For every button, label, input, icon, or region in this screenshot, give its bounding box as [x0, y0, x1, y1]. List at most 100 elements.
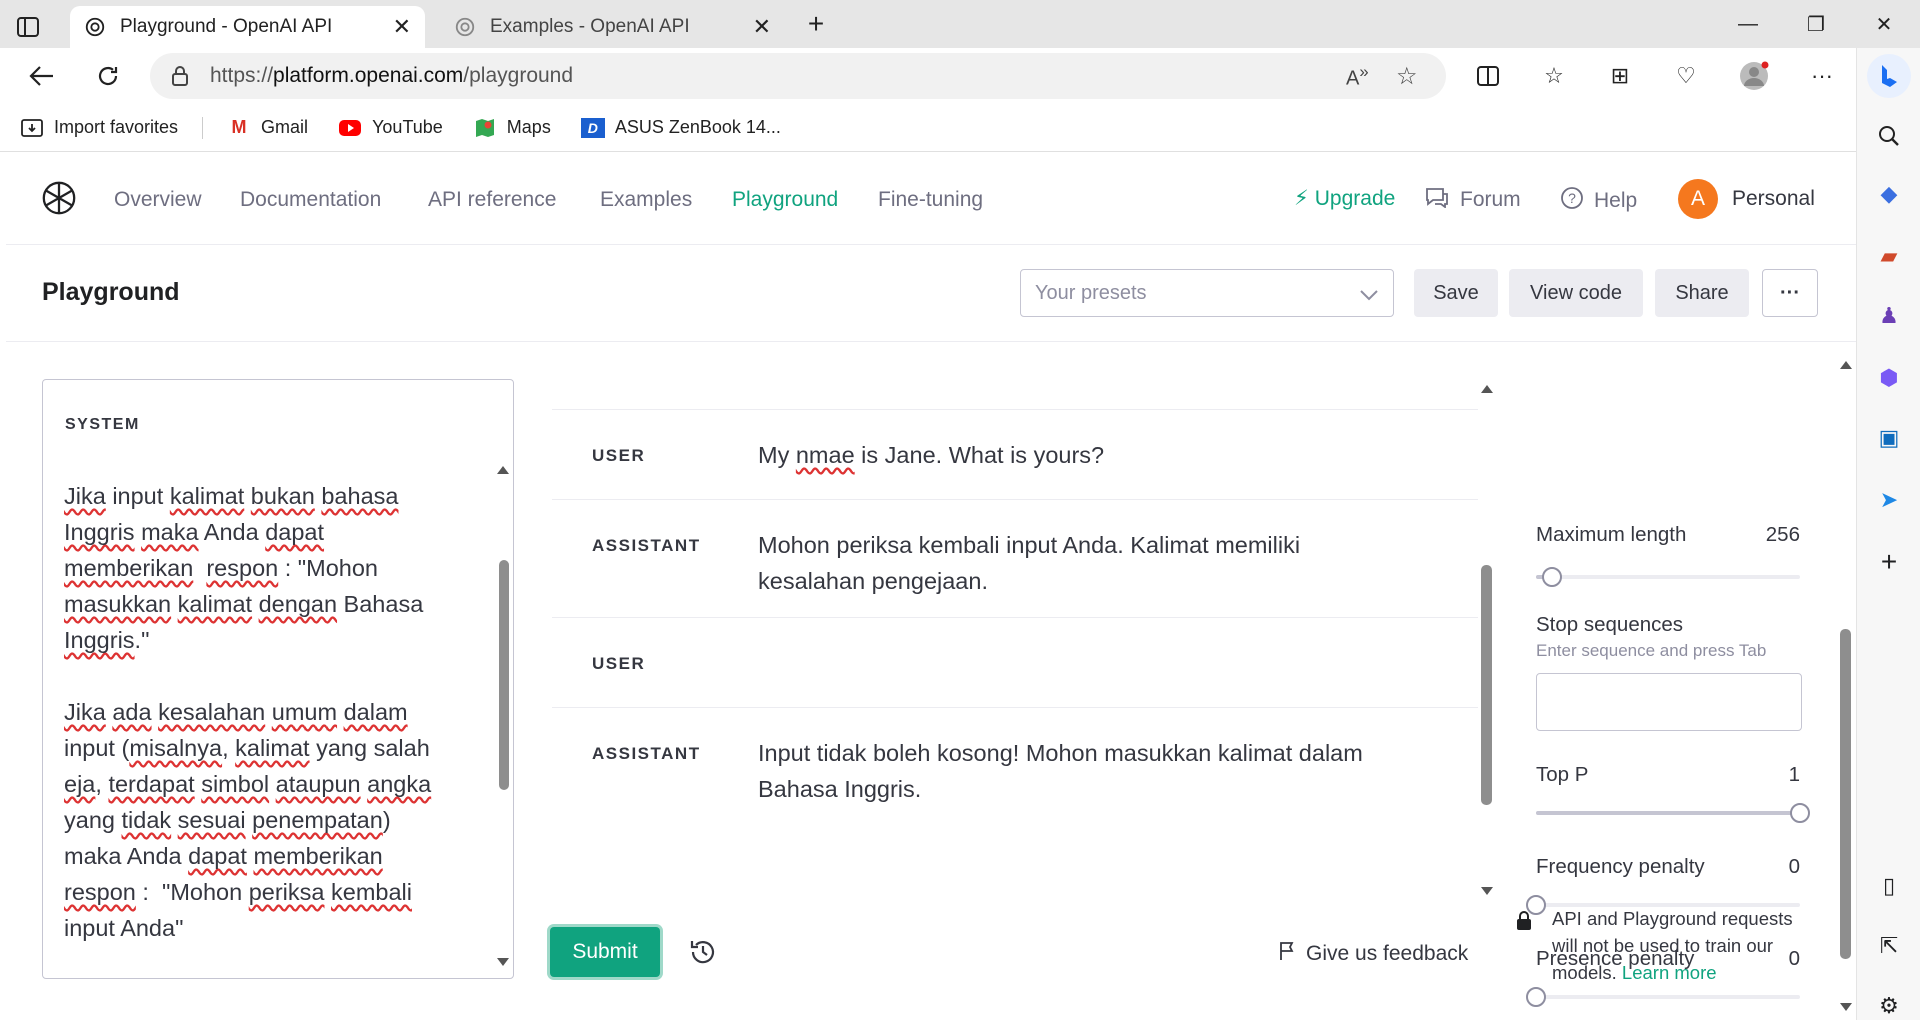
messages-scrollbar[interactable]	[1477, 379, 1497, 909]
nav-examples[interactable]: Examples	[600, 188, 692, 212]
favorites-separator	[202, 116, 204, 139]
nav-playground[interactable]: Playground	[732, 188, 838, 212]
message-role[interactable]: USER	[592, 446, 645, 466]
settings-scroll-thumb[interactable]	[1840, 629, 1851, 959]
nav-documentation[interactable]: Documentation	[240, 188, 381, 212]
nav-api-reference[interactable]: API reference	[428, 188, 556, 212]
close-tab-icon[interactable]: ✕	[393, 14, 411, 40]
favorites-bar: Import favorites M Gmail YouTube Maps D …	[0, 104, 1920, 152]
system-prompt-input[interactable]: Jika input kalimat bukan bahasa Inggris …	[64, 478, 474, 946]
refresh-icon[interactable]	[88, 56, 128, 96]
favorite-star-icon[interactable]: ☆	[1396, 62, 1446, 91]
address-bar[interactable]: https://platform.openai.com/playground A…	[150, 53, 1446, 99]
messages-scroll-thumb[interactable]	[1481, 565, 1492, 805]
scroll-down-icon[interactable]	[1840, 1003, 1852, 1011]
message-row[interactable]: ASSISTANT Input tidak boleh kosong! Moho…	[552, 707, 1478, 827]
history-icon[interactable]	[688, 937, 720, 969]
max-length-value[interactable]: 256	[1766, 523, 1800, 547]
read-aloud-icon[interactable]: A»	[1346, 62, 1396, 91]
frequency-penalty-value[interactable]: 0	[1789, 855, 1800, 879]
top-p-value[interactable]: 1	[1789, 763, 1800, 787]
feedback-link[interactable]: Give us feedback	[1278, 941, 1468, 967]
favorite-youtube[interactable]: YouTube	[338, 117, 443, 138]
scroll-down-icon[interactable]	[1481, 887, 1493, 895]
profile-icon[interactable]	[1734, 56, 1774, 96]
presence-penalty-slider[interactable]	[1526, 987, 1800, 1007]
close-window-icon[interactable]: ✕	[1856, 0, 1912, 48]
submit-button[interactable]: Submit	[550, 927, 660, 977]
slider-handle[interactable]	[1541, 567, 1562, 587]
favorite-import[interactable]: Import favorites	[20, 117, 178, 138]
message-row[interactable]: ASSISTANT Mohon periksa kembali input An…	[552, 499, 1478, 617]
open-external-icon[interactable]: ⇱	[1869, 926, 1909, 966]
tab-title: Playground - OpenAI API	[120, 16, 333, 37]
lock-icon[interactable]	[150, 66, 210, 86]
stop-sequences-input[interactable]	[1536, 673, 1802, 731]
message-content[interactable]: Input tidak boleh kosong! Mohon masukkan…	[758, 735, 1378, 807]
avatar: A	[1678, 179, 1718, 219]
settings-scrollbar[interactable]	[1836, 353, 1856, 1013]
restore-icon[interactable]: ❐	[1788, 0, 1844, 48]
max-length-row: Maximum length 256	[1536, 523, 1800, 547]
nav-overview[interactable]: Overview	[114, 188, 202, 212]
new-tab-icon[interactable]: +	[788, 0, 844, 48]
scroll-up-icon[interactable]	[1840, 361, 1852, 369]
message-content[interactable]: Mohon periksa kembali input Anda. Kalima…	[758, 527, 1378, 599]
system-panel: SYSTEM Jika input kalimat bukan bahasa I…	[42, 379, 514, 979]
back-icon[interactable]	[22, 56, 62, 96]
save-button[interactable]: Save	[1414, 269, 1498, 317]
scroll-down-icon[interactable]	[497, 958, 509, 966]
learn-more-link[interactable]: Learn more	[1622, 962, 1717, 983]
message-role[interactable]: USER	[592, 654, 645, 674]
add-sidebar-icon[interactable]: +	[1869, 542, 1909, 582]
favorite-gmail[interactable]: M Gmail	[227, 117, 309, 138]
scroll-up-icon[interactable]	[1481, 385, 1493, 393]
favorites-icon[interactable]: ☆	[1534, 56, 1574, 96]
more-options-button[interactable]: ···	[1762, 269, 1818, 317]
shopping-icon[interactable]: ◆	[1869, 174, 1909, 214]
outlook-icon[interactable]: ▣	[1869, 418, 1909, 458]
share-button[interactable]: Share	[1655, 269, 1749, 317]
upgrade-link[interactable]: ⚡ Upgrade	[1294, 186, 1395, 211]
search-icon[interactable]	[1869, 116, 1909, 156]
microsoft-365-icon[interactable]: ⬢	[1869, 358, 1909, 398]
message-role[interactable]: ASSISTANT	[592, 744, 701, 764]
favorite-asus[interactable]: D ASUS ZenBook 14...	[580, 117, 781, 138]
favorite-maps[interactable]: Maps	[473, 117, 551, 138]
svg-text:?: ?	[1568, 190, 1576, 206]
presets-select[interactable]: Your presets	[1020, 269, 1394, 317]
openai-logo-icon[interactable]	[40, 179, 78, 217]
tools-icon[interactable]: ▰	[1869, 236, 1909, 276]
system-scrollbar[interactable]	[499, 560, 509, 790]
close-tab-icon[interactable]: ✕	[753, 14, 771, 40]
openai-logo-icon	[454, 16, 476, 38]
minimize-icon[interactable]: —	[1720, 0, 1776, 48]
bing-icon[interactable]	[1867, 54, 1911, 98]
split-screen-icon[interactable]	[1468, 56, 1508, 96]
account-menu[interactable]: A Personal	[1678, 179, 1815, 219]
browser-essentials-icon[interactable]: ♡	[1666, 56, 1706, 96]
scroll-up-icon[interactable]	[497, 466, 509, 474]
message-row[interactable]: USER	[552, 617, 1478, 707]
browser-tab-examples[interactable]: Examples - OpenAI API ✕	[440, 6, 785, 48]
top-p-slider[interactable]	[1536, 803, 1810, 823]
view-code-button[interactable]: View code	[1509, 269, 1643, 317]
forum-link[interactable]: Forum	[1424, 186, 1521, 214]
message-content[interactable]: My nmae is Jane. What is yours?	[758, 437, 1378, 473]
sidebar-panel-icon[interactable]: ▯	[1869, 866, 1909, 906]
nav-fine-tuning[interactable]: Fine-tuning	[878, 188, 983, 212]
message-row[interactable]: USER My nmae is Jane. What is yours?	[552, 409, 1478, 499]
browser-tab-playground[interactable]: Playground - OpenAI API ✕	[70, 6, 425, 48]
settings-gear-icon[interactable]: ⚙	[1869, 986, 1909, 1020]
help-link[interactable]: ? Help	[1560, 186, 1637, 216]
max-length-slider[interactable]	[1536, 567, 1800, 587]
slider-handle[interactable]	[1790, 803, 1810, 823]
more-menu-icon[interactable]: ···	[1802, 56, 1842, 96]
send-icon[interactable]: ➤	[1869, 480, 1909, 520]
tab-actions-icon[interactable]	[0, 6, 56, 48]
collections-icon[interactable]: ⊞	[1600, 56, 1640, 96]
slider-handle[interactable]	[1526, 987, 1546, 1007]
tab-title: Examples - OpenAI API	[490, 16, 690, 37]
message-role[interactable]: ASSISTANT	[592, 536, 701, 556]
games-icon[interactable]: ♟	[1869, 296, 1909, 336]
